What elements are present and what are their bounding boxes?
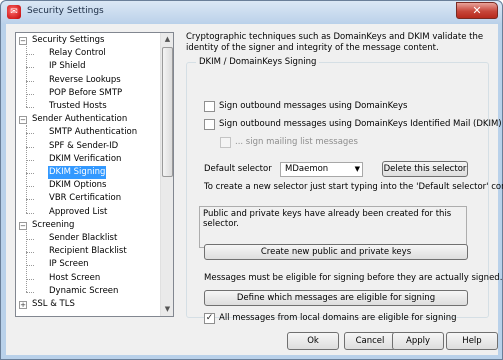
sign-mailing-list-checkbox[interactable] <box>220 137 231 148</box>
tree-item-label: Screening <box>32 219 75 230</box>
tree-item-label: Trusted Hosts <box>49 101 107 111</box>
tree-item-label: VBR Certification <box>49 193 122 204</box>
ok-button[interactable]: Ok <box>287 332 339 350</box>
tree-connector <box>26 159 34 161</box>
tree-branch-line <box>26 125 27 213</box>
tree-connector <box>26 67 34 69</box>
dialog-client-area: − Security Settings Relay Control IP Shield… <box>6 24 503 355</box>
eligibility-note: Messages must be eligible for signing be… <box>204 273 503 283</box>
title-bar[interactable]: ✉ Security Settings ✕ <box>1 1 502 23</box>
default-selector-label: Default selector <box>204 164 272 174</box>
window-title: Security Settings <box>27 6 104 16</box>
tree-item-label: IP Screen <box>49 259 89 270</box>
tree-item-label: IP Shield <box>49 61 86 72</box>
tree-item-label: Security Settings <box>32 35 105 45</box>
tree-connector <box>26 93 34 95</box>
help-button[interactable]: Help <box>446 332 498 350</box>
dialog-button-bar: Ok Cancel Apply Help <box>6 324 498 355</box>
delete-selector-button[interactable]: Delete this selector <box>382 161 468 177</box>
sign-domainkeys-checkbox[interactable] <box>204 101 215 112</box>
tree-item-label: POP Before SMTP <box>49 87 123 98</box>
collapse-icon[interactable]: − <box>19 37 27 45</box>
settings-tree: − Security Settings Relay Control IP Shield… <box>15 32 174 317</box>
tree-item-label: Reverse Lookups <box>49 74 121 85</box>
tree-item-label: SSL & TLS <box>32 299 75 309</box>
collapse-icon[interactable]: − <box>19 116 27 125</box>
keys-status-box: Public and private keys have already bee… <box>199 206 467 248</box>
default-selector-value: MDaemon <box>285 164 329 174</box>
tree-connector <box>26 54 34 56</box>
cancel-button[interactable]: Cancel <box>344 332 396 350</box>
tree-item-label: Recipient Blacklist <box>49 246 127 257</box>
apply-button[interactable]: Apply <box>392 332 444 350</box>
tree-connector <box>26 239 34 240</box>
tree-scrollbar[interactable]: ▲ ▼ <box>160 33 173 316</box>
dkim-signing-group: DKIM / DomainKeys Signing Sign outbound … <box>186 57 503 324</box>
tree-item-label: DKIM Verification <box>49 153 122 164</box>
tree-item-label: Dynamic Screen <box>49 285 119 296</box>
sign-mailing-list-label: ... sign mailing list messages <box>235 137 358 147</box>
local-domains-eligible-checkbox[interactable]: ✓ <box>204 313 215 324</box>
tree-connector <box>26 212 34 214</box>
close-button[interactable]: ✕ <box>456 2 498 19</box>
tree-connector <box>26 173 34 174</box>
tree-item-label: SMTP Authentication <box>49 127 138 138</box>
keys-status-text: Public and private keys have already bee… <box>203 209 452 229</box>
tree-branch-line <box>26 46 27 107</box>
tree-item-label: DKIM Signing <box>48 166 107 179</box>
tree-connector <box>26 133 34 135</box>
expand-icon[interactable]: + <box>19 301 27 309</box>
new-selector-hint: To create a new selector just start typi… <box>204 182 503 192</box>
app-icon: ✉ <box>7 5 21 19</box>
tree-branch-line <box>26 230 27 292</box>
tree-connector <box>26 278 34 280</box>
scroll-thumb[interactable] <box>162 47 173 177</box>
tree-item-label: Approved List <box>49 206 108 217</box>
tree-item-label: Host Screen <box>49 272 101 283</box>
tree-connector <box>26 107 34 108</box>
collapse-icon[interactable]: − <box>19 221 27 230</box>
tree-connector <box>26 186 34 188</box>
tree-connector <box>26 291 34 293</box>
tree-item-label: Sender Authentication <box>32 114 128 125</box>
tree-connector <box>26 265 34 267</box>
tree-connector <box>26 252 34 254</box>
tree-item-label: SPF & Sender-ID <box>49 140 119 151</box>
tree-item-label: Relay Control <box>49 48 106 59</box>
chevron-down-icon[interactable]: ▼ <box>355 163 360 176</box>
tree-item-label: Sender Blacklist <box>49 233 118 243</box>
sign-domainkeys-label: Sign outbound messages using DomainKeys <box>219 101 408 111</box>
scroll-up-arrow-icon[interactable]: ▲ <box>161 33 173 46</box>
default-selector-combo[interactable]: MDaemon ▼ <box>280 162 363 177</box>
tree-connector <box>26 80 34 82</box>
create-keys-button[interactable]: Create new public and private keys <box>204 244 468 260</box>
security-settings-window: ✉ Security Settings ✕ − Security Settings… <box>0 0 503 360</box>
tree-connector <box>26 199 34 201</box>
define-eligible-button[interactable]: Define which messages are eligible for s… <box>204 290 468 306</box>
page-description: Cryptographic techniques such as DomainK… <box>186 32 484 53</box>
tree-item-label: DKIM Options <box>49 180 107 191</box>
sign-dkim-label: Sign outbound messages using DomainKeys … <box>219 119 502 129</box>
sign-dkim-checkbox[interactable] <box>204 119 215 130</box>
tree-connector <box>26 146 34 148</box>
group-title: DKIM / DomainKeys Signing <box>196 57 320 67</box>
scroll-down-arrow-icon[interactable]: ▼ <box>161 303 173 316</box>
